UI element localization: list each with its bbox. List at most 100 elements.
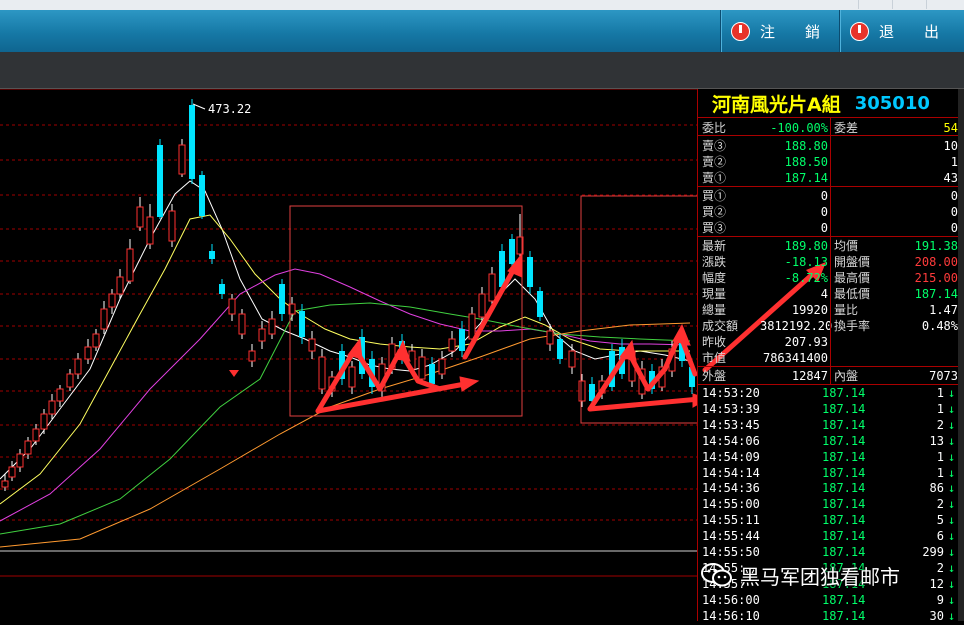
down-arrow-icon: ↓ xyxy=(948,608,956,623)
quote-value-2: 187.14 xyxy=(914,287,958,301)
quote-row: 外盤 12847 內盤 7073 xyxy=(698,368,960,384)
stock-name: 河南風光片A組 xyxy=(712,93,841,116)
tick-volume: 5 xyxy=(936,513,944,528)
quote-value: 0 xyxy=(820,189,828,203)
tick-row: 14:55:11 187.14 5 ↓ xyxy=(698,512,960,528)
tick-row: 14:55:50 187.14 299 ↓ xyxy=(698,544,960,560)
candle-body xyxy=(40,413,48,430)
tick-time: 14:54:14 xyxy=(702,465,760,480)
tick-price: 187.14 xyxy=(822,592,866,607)
quote-value: 0 xyxy=(820,205,828,219)
close-window-button[interactable] xyxy=(926,0,964,9)
candle-body xyxy=(16,453,24,468)
quote-row: 賣① 187.14 43 xyxy=(698,170,960,186)
quote-value: 188.80 xyxy=(784,139,828,153)
tick-volume: 86 xyxy=(929,481,944,496)
chart-grid xyxy=(0,88,697,577)
candle-body xyxy=(429,364,435,384)
toolbar xyxy=(0,52,964,89)
quote-value: 4 xyxy=(820,287,828,301)
quote-value: 188.50 xyxy=(784,155,828,169)
quote-label: 總量 xyxy=(702,303,727,317)
arrowhead xyxy=(672,323,691,346)
tick-time: 14:54:09 xyxy=(702,449,760,464)
tick-price: 187.14 xyxy=(822,608,866,623)
tick-price: 187.14 xyxy=(822,513,866,528)
tick-row: 14:55:00 187.14 2 ↓ xyxy=(698,496,960,512)
down-arrow-icon: ↓ xyxy=(948,449,956,464)
candle-body xyxy=(209,251,215,259)
quote-row: 漲跌 -18.13 開盤價 208.00 xyxy=(698,254,960,270)
candle-body xyxy=(348,366,356,388)
quote-value-2: 10 xyxy=(943,139,958,153)
candle-body xyxy=(238,313,246,335)
tick-row: 14:54:09 187.14 1 ↓ xyxy=(698,449,960,465)
down-arrow-icon: ↓ xyxy=(948,560,956,575)
tick-time: 14:55:00 xyxy=(702,497,760,512)
tick-time: 14:53:20 xyxy=(702,386,760,400)
candle-body xyxy=(136,206,144,228)
quote-value: 786341400 xyxy=(762,351,828,365)
quote-label-2: 內盤 xyxy=(834,369,859,383)
down-arrow-icon: ↓ xyxy=(948,529,956,544)
down-arrow-icon: ↓ xyxy=(948,545,956,559)
quote-value: -100.00% xyxy=(770,121,828,135)
down-arrow-icon: ↓ xyxy=(948,576,956,591)
quote-label-2: 最高價 xyxy=(834,271,871,285)
tick-row: 14:56:10 187.14 30 ↓ xyxy=(698,608,960,624)
candle-body xyxy=(546,330,554,345)
candle-body xyxy=(228,298,236,315)
logout-button[interactable]: 注 銷 xyxy=(720,10,839,52)
tick-price: 187.14 xyxy=(822,401,866,416)
candlesticks xyxy=(1,99,695,491)
quote-label-2: 開盤價 xyxy=(834,255,871,269)
quote-value: 207.93 xyxy=(784,335,828,349)
scrollbar[interactable] xyxy=(958,89,964,621)
quote-value: 3812192.20 xyxy=(760,319,833,333)
quote-value: 0 xyxy=(820,221,828,235)
quote-label: 現量 xyxy=(702,287,727,301)
down-arrow-icon: ↓ xyxy=(948,401,956,416)
candle-body xyxy=(199,175,205,216)
candle-body xyxy=(74,358,82,375)
candle-body xyxy=(100,308,108,330)
candle-body xyxy=(146,216,154,245)
candle-body xyxy=(488,273,496,302)
down-arrow-icon: ↓ xyxy=(948,386,956,400)
quote-row: 昨收 207.93 xyxy=(698,334,960,350)
quote-label: 最新 xyxy=(702,239,727,253)
candle-body xyxy=(578,380,586,402)
tick-row: 14:54:06 187.14 13 ↓ xyxy=(698,433,960,449)
tick-volume: 299 xyxy=(922,545,944,559)
exit-button[interactable]: 退 出 xyxy=(839,10,964,52)
maximize-button[interactable] xyxy=(892,0,927,9)
quote-label-2: 量比 xyxy=(834,303,859,317)
candle-body xyxy=(108,293,116,308)
quote-value-2: 0 xyxy=(950,221,958,235)
minimize-button[interactable] xyxy=(858,0,893,9)
tick-row: 14:56:00 187.14 9 ↓ xyxy=(698,592,960,608)
quote-separator xyxy=(698,236,960,237)
kline-chart[interactable]: 473.22 xyxy=(0,88,844,621)
quote-row: 買③ 0 0 xyxy=(698,220,960,236)
candle-body xyxy=(1,480,9,488)
candle-body xyxy=(248,350,256,362)
candle-body xyxy=(308,338,316,352)
candle-body xyxy=(448,338,456,352)
candle-body xyxy=(268,318,276,335)
candle-body xyxy=(568,350,576,368)
quote-row: 市值 786341400 xyxy=(698,350,960,366)
tick-time: 14:56:10 xyxy=(702,608,760,623)
quote-value-2: 0.48% xyxy=(921,319,958,333)
candle-body xyxy=(418,356,426,380)
arrowhead xyxy=(347,337,363,360)
candle-body xyxy=(178,144,186,175)
tick-volume: 1 xyxy=(936,386,944,400)
quote-label: 買③ xyxy=(702,221,727,235)
candle-body xyxy=(32,428,40,442)
tick-price: 187.14 xyxy=(822,417,866,432)
quote-label-2: 均價 xyxy=(834,239,859,253)
tick-price: 187.14 xyxy=(822,497,866,512)
quote-row: 總量 19920 量比 1.47 xyxy=(698,302,960,318)
tick-time: 14:54:36 xyxy=(702,481,760,496)
